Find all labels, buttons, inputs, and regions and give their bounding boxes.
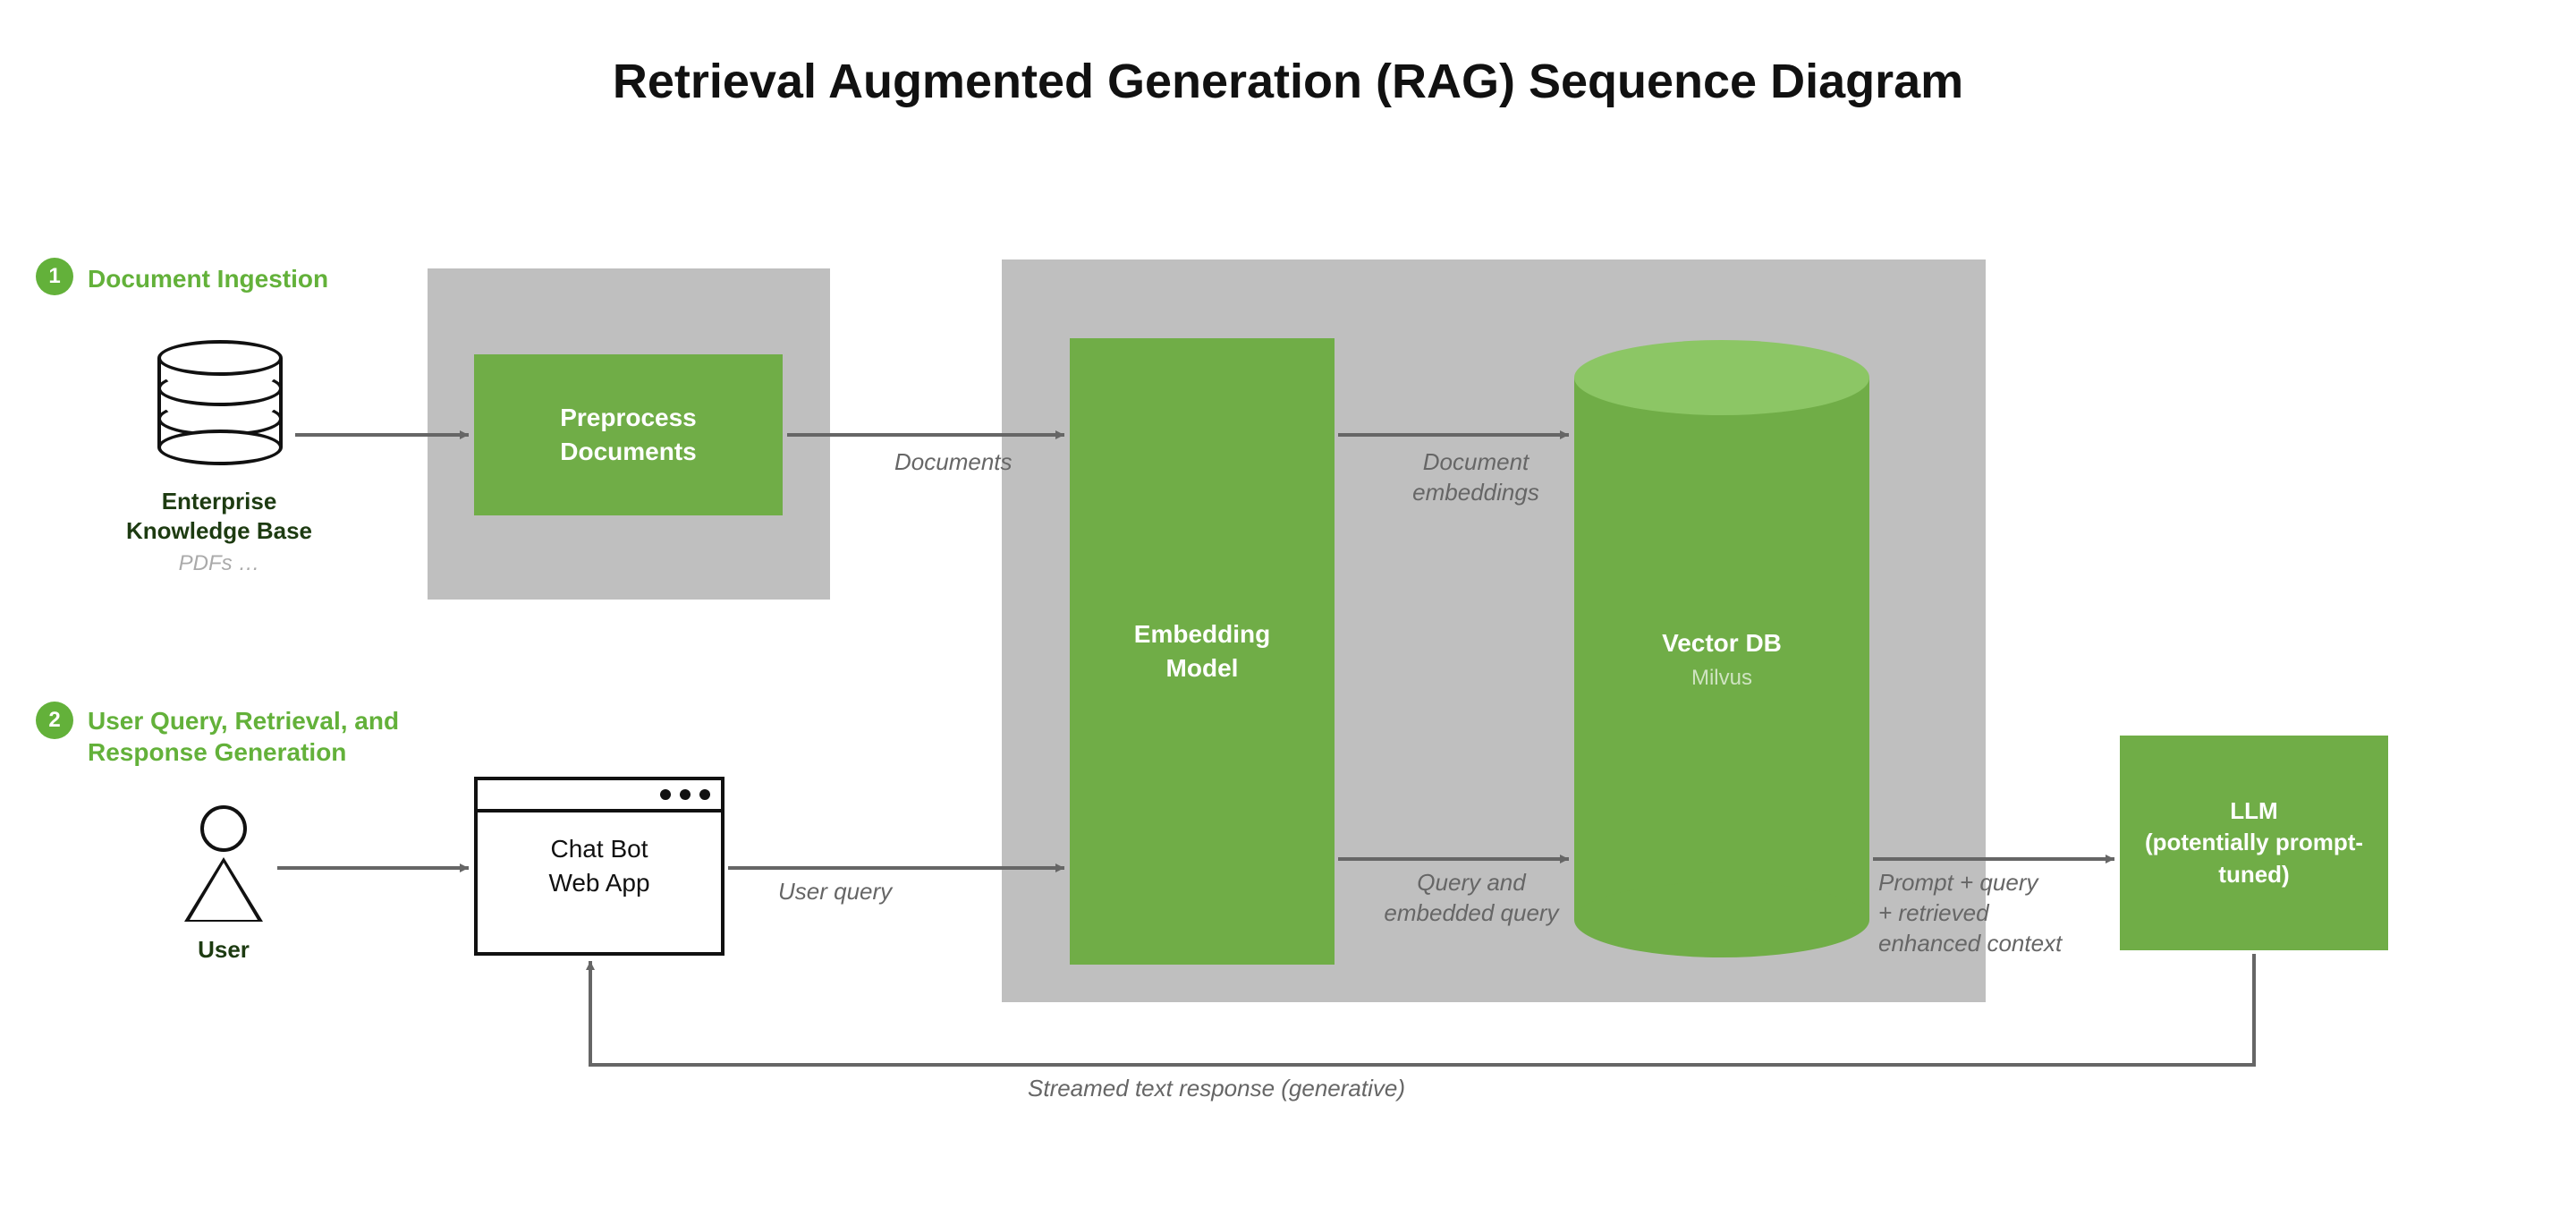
user-icon: [179, 805, 268, 922]
app-window-dots: [660, 789, 710, 800]
edge-doc-embeddings-label: Document embeddings: [1377, 447, 1574, 508]
diagram-canvas: Retrieval Augmented Generation (RAG) Seq…: [0, 0, 2576, 1208]
llm-box: LLM (potentially prompt- tuned): [2120, 736, 2388, 950]
step-2-label: User Query, Retrieval, and Response Gene…: [88, 705, 410, 768]
user-label: User: [143, 936, 304, 964]
kb-sublabel: PDFs …: [107, 551, 331, 576]
embedding-box: Embedding Model: [1070, 338, 1335, 965]
preprocess-box: Preprocess Documents: [474, 354, 783, 515]
vectordb-label: Vector DB: [1662, 629, 1782, 657]
app-titlebar: [478, 780, 721, 812]
vectordb-cylinder: Vector DB Milvus: [1574, 340, 1869, 957]
step-1-label: Document Ingestion: [88, 263, 328, 294]
page-title: Retrieval Augmented Generation (RAG) Seq…: [0, 54, 2576, 109]
edge-query-embedded-label: Query and embedded query: [1368, 868, 1574, 929]
edge-streamed-label: Streamed text response (generative): [894, 1074, 1538, 1104]
app-label: Chat Bot Web App: [478, 832, 721, 900]
kb-label: Enterprise Knowledge Base: [107, 487, 331, 545]
vectordb-sublabel: Milvus: [1574, 664, 1869, 693]
step-1-badge: 1: [36, 258, 73, 295]
edge-prompt-context-label: Prompt + query + retrieved enhanced cont…: [1878, 868, 2111, 958]
database-icon: [157, 340, 283, 465]
edge-documents-label: Documents: [894, 447, 1055, 478]
app-window: Chat Bot Web App: [474, 777, 724, 956]
edge-user-query-label: User query: [778, 877, 957, 907]
step-2-badge: 2: [36, 702, 73, 739]
